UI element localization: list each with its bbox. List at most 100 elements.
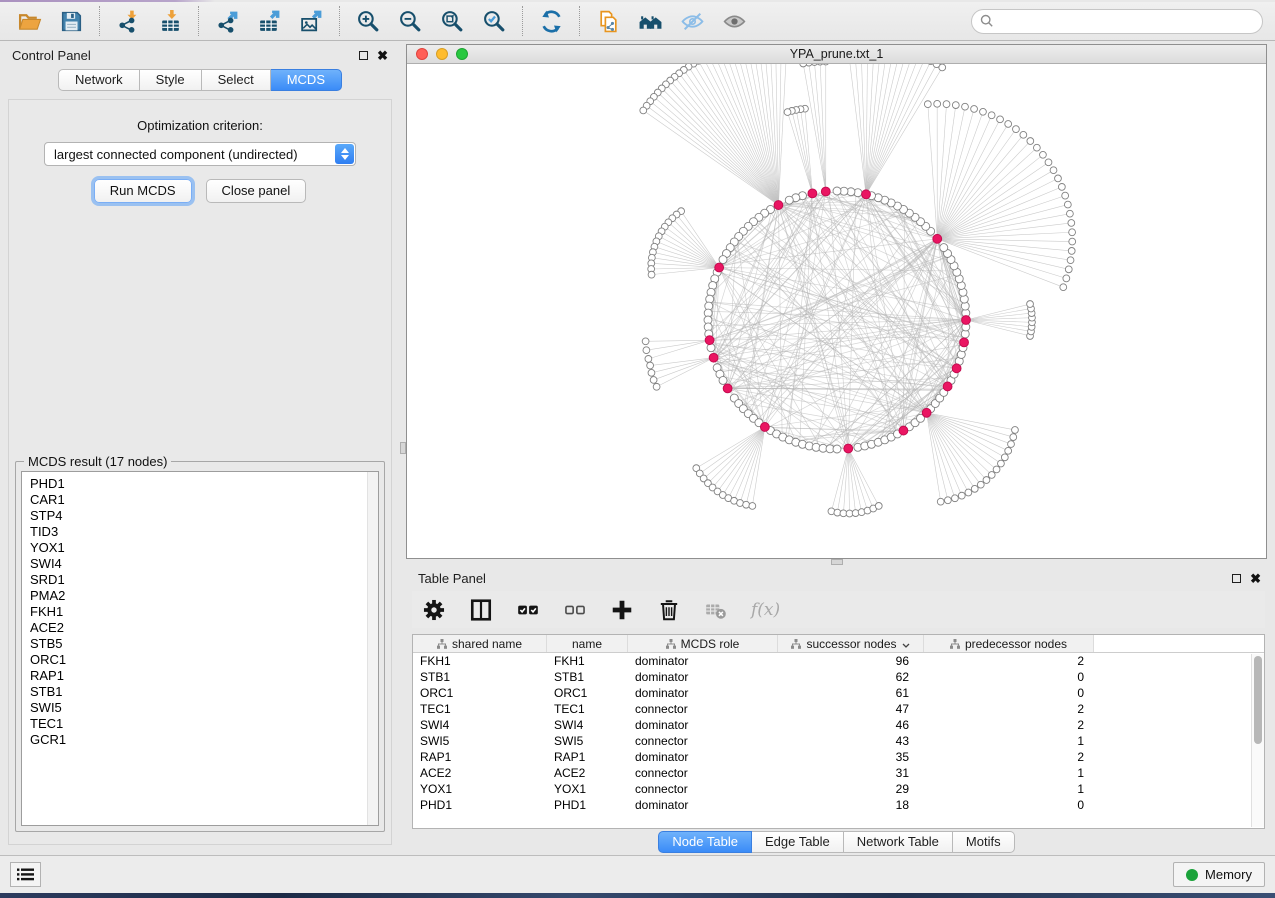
- desktop-background: [0, 893, 1275, 898]
- save-session-icon[interactable]: [56, 6, 86, 36]
- mcds-result-item[interactable]: TID3: [30, 524, 378, 540]
- network-graph[interactable]: [407, 64, 1265, 558]
- search-field[interactable]: [971, 9, 1263, 34]
- table-cell: 61: [778, 685, 924, 701]
- column-header-blank[interactable]: [1094, 635, 1264, 652]
- mcds-result-item[interactable]: SRD1: [30, 572, 378, 588]
- mcds-result-item[interactable]: YOX1: [30, 540, 378, 556]
- network-window-titlebar[interactable]: YPA_prune.txt_1: [407, 45, 1266, 64]
- refresh-view-icon[interactable]: [536, 6, 566, 36]
- table-row[interactable]: PHD1PHD1dominator180: [413, 797, 1264, 813]
- import-table-icon[interactable]: [155, 6, 185, 36]
- mcds-result-item[interactable]: CAR1: [30, 492, 378, 508]
- import-network-icon[interactable]: [113, 6, 143, 36]
- table-panel: Table Panel ✖ f(x) s: [406, 565, 1267, 855]
- mcds-result-item[interactable]: ACE2: [30, 620, 378, 636]
- export-image-icon[interactable]: [296, 6, 326, 36]
- close-panel-icon[interactable]: ✖: [377, 51, 388, 61]
- select-all-rows-icon[interactable]: [516, 598, 540, 622]
- float-panel-icon[interactable]: [1232, 574, 1241, 583]
- deselect-all-rows-icon[interactable]: [563, 598, 587, 622]
- mcds-result-list[interactable]: PHD1CAR1STP4TID3YOX1SWI4SRD1PMA2FKH1ACE2…: [21, 471, 379, 826]
- tab-select[interactable]: Select: [202, 69, 271, 91]
- optimization-criterion-select[interactable]: largest connected component (undirected): [44, 142, 356, 166]
- column-label: MCDS role: [681, 637, 740, 651]
- show-all-icon[interactable]: [719, 6, 749, 36]
- tab-style[interactable]: Style: [140, 69, 202, 91]
- mcds-result-item[interactable]: RAP1: [30, 668, 378, 684]
- float-panel-icon[interactable]: [359, 51, 368, 60]
- mcds-result-item[interactable]: FKH1: [30, 604, 378, 620]
- task-history-button[interactable]: [10, 862, 41, 887]
- table-cell: dominator: [628, 797, 778, 813]
- tab-edge-table[interactable]: Edge Table: [752, 831, 844, 853]
- search-input[interactable]: [994, 14, 1262, 29]
- memory-button[interactable]: Memory: [1173, 862, 1265, 887]
- tab-network[interactable]: Network: [58, 69, 140, 91]
- table-cell: 31: [778, 765, 924, 781]
- column-header-name[interactable]: name: [547, 635, 628, 652]
- zoom-in-icon[interactable]: [353, 6, 383, 36]
- tab-network-table[interactable]: Network Table: [844, 831, 953, 853]
- table-row[interactable]: ACE2ACE2connector311: [413, 765, 1264, 781]
- mcds-result-item[interactable]: ORC1: [30, 652, 378, 668]
- column-header-successor-nodes[interactable]: successor nodes: [778, 635, 924, 652]
- tab-node-table[interactable]: Node Table: [658, 831, 752, 853]
- toolbar-separator: [339, 6, 340, 36]
- column-header-shared-name[interactable]: shared name: [413, 635, 547, 652]
- table-row[interactable]: STB1STB1dominator620: [413, 669, 1264, 685]
- table-row[interactable]: ORC1ORC1dominator610: [413, 685, 1264, 701]
- table-cell: YOX1: [413, 781, 547, 797]
- mcds-result-item[interactable]: STP4: [30, 508, 378, 524]
- table-toolbar: f(x): [412, 591, 1265, 628]
- close-panel-icon[interactable]: ✖: [1250, 574, 1261, 584]
- table-row[interactable]: SWI5SWI5connector431: [413, 733, 1264, 749]
- zoom-selected-icon[interactable]: [479, 6, 509, 36]
- mcds-result-item[interactable]: PHD1: [30, 476, 378, 492]
- mcds-result-item[interactable]: GCR1: [30, 732, 378, 748]
- mcds-result-item[interactable]: PMA2: [30, 588, 378, 604]
- clone-network-icon[interactable]: [593, 6, 623, 36]
- table-row[interactable]: RAP1RAP1dominator352: [413, 749, 1264, 765]
- divider-handle[interactable]: [831, 559, 843, 565]
- criterion-selected-value: largest connected component (undirected): [54, 147, 298, 162]
- table-row[interactable]: FKH1FKH1dominator962: [413, 653, 1264, 669]
- column-header-predecessor-nodes[interactable]: predecessor nodes: [924, 635, 1094, 652]
- column-header-MCDS-role[interactable]: MCDS role: [628, 635, 778, 652]
- horizontal-split-divider[interactable]: [406, 559, 1267, 565]
- mcds-result-item[interactable]: SWI5: [30, 700, 378, 716]
- hide-selected-icon[interactable]: [677, 6, 707, 36]
- run-mcds-button[interactable]: Run MCDS: [94, 179, 192, 203]
- mcds-result-title: MCDS result (17 nodes): [24, 454, 171, 469]
- column-label: successor nodes: [806, 637, 896, 651]
- first-neighbors-icon[interactable]: [635, 6, 665, 36]
- mcds-result-item[interactable]: STB1: [30, 684, 378, 700]
- divider-handle[interactable]: [400, 442, 406, 454]
- add-row-icon[interactable]: [610, 598, 634, 622]
- table-cell: SWI5: [547, 733, 628, 749]
- close-panel-button[interactable]: Close panel: [206, 179, 307, 203]
- table-row[interactable]: TEC1TEC1connector472: [413, 701, 1264, 717]
- network-canvas[interactable]: [407, 64, 1266, 558]
- table-row[interactable]: SWI4SWI4dominator462: [413, 717, 1264, 733]
- tab-motifs[interactable]: Motifs: [953, 831, 1015, 853]
- table-scrollbar[interactable]: [1251, 654, 1264, 827]
- export-network-icon[interactable]: [212, 6, 242, 36]
- scrollbar-thumb[interactable]: [1254, 656, 1262, 744]
- zoom-out-icon[interactable]: [395, 6, 425, 36]
- table-cell: 2: [924, 749, 1094, 765]
- mcds-result-item[interactable]: SWI4: [30, 556, 378, 572]
- mcds-result-item[interactable]: TEC1: [30, 716, 378, 732]
- mcds-result-item[interactable]: STB5: [30, 636, 378, 652]
- export-table-icon[interactable]: [254, 6, 284, 36]
- split-columns-icon[interactable]: [469, 598, 493, 622]
- table-cell: ORC1: [413, 685, 547, 701]
- mcds-list-scrollbar[interactable]: [367, 472, 378, 825]
- tab-mcds[interactable]: MCDS: [271, 69, 342, 91]
- table-row[interactable]: YOX1YOX1connector291: [413, 781, 1264, 797]
- zoom-fit-icon[interactable]: [437, 6, 467, 36]
- delete-row-icon[interactable]: [657, 598, 681, 622]
- table-settings-icon[interactable]: [422, 598, 446, 622]
- open-file-icon[interactable]: [14, 6, 44, 36]
- vertical-split-divider[interactable]: [400, 41, 406, 855]
